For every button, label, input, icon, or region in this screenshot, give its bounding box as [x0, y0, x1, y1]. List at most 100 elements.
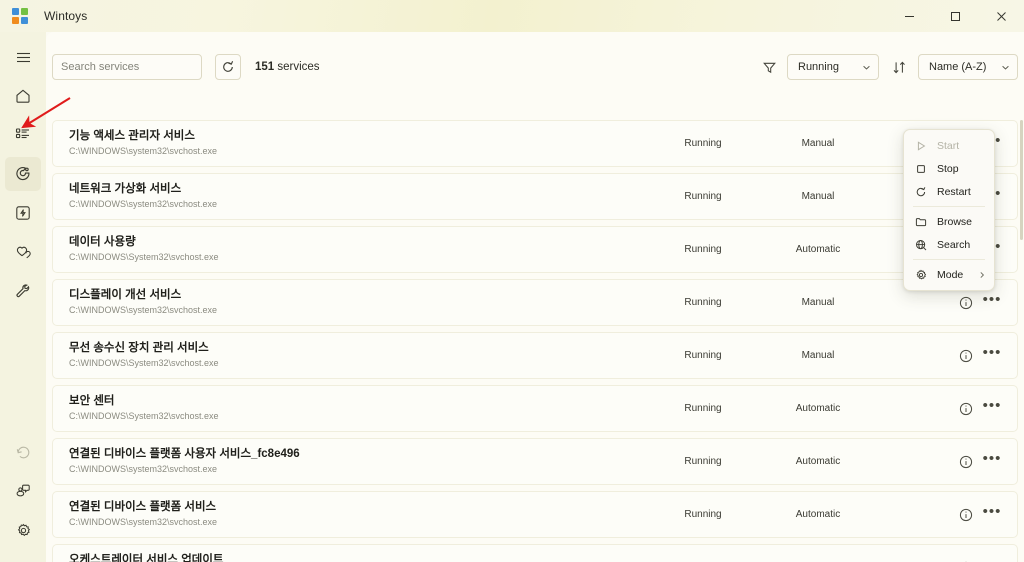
more-options-icon[interactable]: ••• [979, 449, 1005, 475]
service-name-cell: 오케스트레이터 서비스 업데이트C:\WINDOWS\system32\svch… [53, 553, 648, 562]
info-icon[interactable] [953, 502, 979, 528]
search-input[interactable]: Search services [52, 54, 202, 80]
service-status: Running [648, 191, 758, 202]
menu-item-label: Restart [937, 186, 971, 198]
service-name-cell: 네트워크 가상화 서비스C:\WINDOWS\system32\svchost.… [53, 182, 648, 211]
menu-item-start: Start [907, 134, 991, 157]
globe-search-icon [912, 239, 930, 251]
minimize-button[interactable] [886, 0, 932, 32]
service-count-number: 151 [255, 61, 274, 73]
sidebar-item-boost[interactable] [5, 196, 41, 230]
info-icon[interactable] [953, 290, 979, 316]
tweaks-wrench-icon [14, 282, 32, 300]
menu-item-restart[interactable]: Restart [907, 180, 991, 203]
table-row[interactable]: 디스플레이 개선 서비스C:\WINDOWS\system32\svchost.… [52, 279, 1018, 326]
service-name: 데이터 사용량 [69, 235, 648, 250]
sidebar-item-history[interactable] [5, 435, 41, 469]
sidebar-item-feedback[interactable] [5, 474, 41, 508]
table-row[interactable]: 보안 센터C:\WINDOWS\System32\svchost.exeRunn… [52, 385, 1018, 432]
health-icon [14, 243, 33, 262]
menu-item-mode[interactable]: Mode [907, 263, 991, 286]
filter-dropdown[interactable]: Running [787, 54, 879, 80]
service-startup-type: Manual [758, 191, 878, 202]
table-row[interactable]: 무선 송수신 장치 관리 서비스C:\WINDOWS\System32\svch… [52, 332, 1018, 379]
menu-item-label: Search [937, 239, 970, 251]
services-gear-icon [14, 165, 32, 183]
row-actions: ••• [953, 502, 1017, 528]
stop-icon [912, 163, 930, 175]
sidebar-item-settings[interactable] [5, 513, 41, 547]
service-status: Running [648, 350, 758, 361]
service-name-cell: 디스플레이 개선 서비스C:\WINDOWS\system32\svchost.… [53, 288, 648, 317]
service-name: 보안 센터 [69, 394, 648, 409]
service-status: Running [648, 138, 758, 149]
menu-item-label: Stop [937, 163, 959, 175]
filter-icon[interactable] [758, 56, 780, 78]
more-options-icon[interactable]: ••• [979, 555, 1005, 562]
sidebar-item-apps[interactable] [5, 118, 41, 152]
service-name: 오케스트레이터 서비스 업데이트 [69, 553, 648, 562]
search-placeholder: Search services [61, 61, 139, 73]
service-name-cell: 보안 센터C:\WINDOWS\System32\svchost.exe [53, 394, 648, 423]
info-icon[interactable] [953, 343, 979, 369]
table-row[interactable]: 오케스트레이터 서비스 업데이트C:\WINDOWS\system32\svch… [52, 544, 1018, 562]
menu-item-stop[interactable]: Stop [907, 157, 991, 180]
sidebar-item-services[interactable] [5, 157, 41, 191]
app-title: Wintoys [44, 9, 87, 23]
vertical-scrollbar[interactable] [1020, 120, 1023, 560]
info-icon[interactable] [953, 449, 979, 475]
info-icon[interactable] [953, 555, 979, 562]
menu-item-browse[interactable]: Browse [907, 210, 991, 233]
menu-item-label: Browse [937, 216, 972, 228]
restart-icon [912, 186, 930, 198]
play-icon [912, 140, 930, 152]
more-options-icon[interactable]: ••• [979, 343, 1005, 369]
menu-item-search[interactable]: Search [907, 233, 991, 256]
more-options-icon[interactable]: ••• [979, 290, 1005, 316]
row-actions: ••• [953, 555, 1017, 562]
service-path: C:\WINDOWS\system32\svchost.exe [69, 463, 648, 476]
history-restore-icon [15, 444, 32, 461]
info-icon[interactable] [953, 396, 979, 422]
table-row[interactable]: 네트워크 가상화 서비스C:\WINDOWS\system32\svchost.… [52, 173, 1018, 220]
more-options-icon[interactable]: ••• [979, 396, 1005, 422]
service-path: C:\WINDOWS\System32\svchost.exe [69, 357, 648, 370]
sidebar-item-home[interactable] [5, 79, 41, 113]
table-row[interactable]: 연결된 디바이스 플랫폼 사용자 서비스_fc8e496C:\WINDOWS\s… [52, 438, 1018, 485]
sort-dropdown[interactable]: Name (A-Z) [918, 54, 1018, 80]
sidebar-item-menu[interactable] [5, 40, 41, 74]
sidebar-item-health[interactable] [5, 235, 41, 269]
sort-icon[interactable] [888, 56, 910, 78]
more-options-icon[interactable]: ••• [979, 502, 1005, 528]
service-startup-type: Manual [758, 297, 878, 308]
service-name: 네트워크 가상화 서비스 [69, 182, 648, 197]
maximize-button[interactable] [932, 0, 978, 32]
service-name-cell: 연결된 디바이스 플랫폼 사용자 서비스_fc8e496C:\WINDOWS\s… [53, 447, 648, 476]
service-name: 무선 송수신 장치 관리 서비스 [69, 341, 648, 356]
chevron-down-icon [862, 63, 871, 72]
row-actions: ••• [953, 449, 1017, 475]
refresh-button[interactable] [215, 54, 241, 80]
sidebar-bottom-group [5, 435, 41, 562]
service-status: Running [648, 456, 758, 467]
apps-list-icon [14, 126, 32, 144]
chevron-down-icon [1001, 63, 1010, 72]
toolbar: Search services 151 services Running [52, 49, 1018, 85]
menu-separator [913, 259, 985, 260]
service-list: 기능 액세스 관리자 서비스C:\WINDOWS\system32\svchos… [52, 120, 1018, 560]
service-path: C:\WINDOWS\system32\svchost.exe [69, 516, 648, 529]
close-button[interactable] [978, 0, 1024, 32]
table-row[interactable]: 데이터 사용량C:\WINDOWS\System32\svchost.exeRu… [52, 226, 1018, 273]
gear-icon [912, 269, 930, 281]
table-row[interactable]: 연결된 디바이스 플랫폼 서비스C:\WINDOWS\system32\svch… [52, 491, 1018, 538]
settings-gear-icon [15, 522, 32, 539]
home-icon [14, 87, 32, 105]
content-panel: Search services 151 services Running [46, 32, 1024, 562]
context-menu: Start Stop Restart Browse Search Mode [903, 129, 995, 291]
table-row[interactable]: 기능 액세스 관리자 서비스C:\WINDOWS\system32\svchos… [52, 120, 1018, 167]
service-name: 연결된 디바이스 플랫폼 서비스 [69, 500, 648, 515]
service-status: Running [648, 244, 758, 255]
sidebar-item-tweaks[interactable] [5, 274, 41, 308]
service-path: C:\WINDOWS\System32\svchost.exe [69, 251, 648, 264]
sort-value: Name (A-Z) [929, 61, 1001, 73]
